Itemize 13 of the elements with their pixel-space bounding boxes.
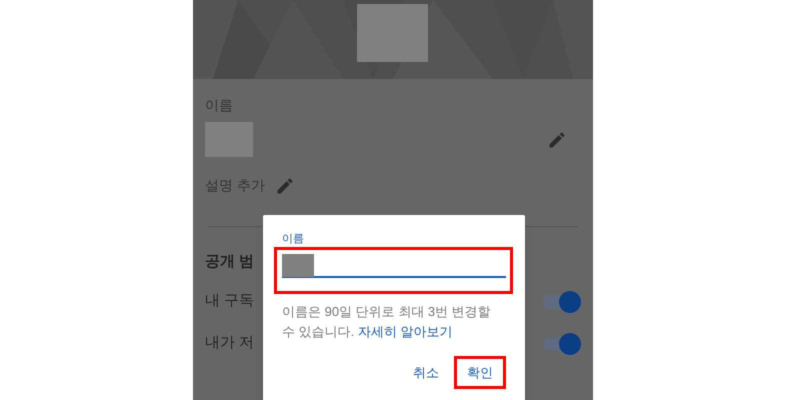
pencil-icon[interactable] [274,176,295,196]
learn-more-link[interactable]: 자세히 알아보기 [358,324,452,338]
setting-label: 내 구독 [205,291,254,312]
setting-label: 내가 저 [205,333,254,354]
redaction-block [205,122,253,157]
name-field[interactable] [282,252,506,278]
dialog-button[interactable]: 확인 [454,356,506,389]
field-label: 이름 [282,232,305,247]
pencil-icon[interactable] [547,130,567,150]
redaction-block [282,254,314,276]
privacy-heading: 공개 범 [205,252,254,272]
dialog-button[interactable]: 취소 [400,356,452,389]
helper-text: 이름은 90일 단위로 최대 3번 변경할 수 있습니다. 자세히 알아보기 [282,302,492,340]
